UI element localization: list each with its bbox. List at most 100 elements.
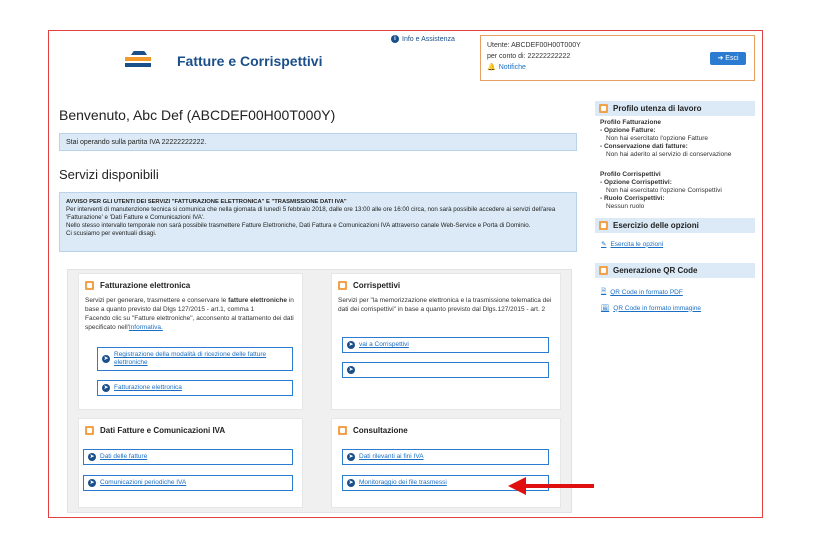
card-header: Dati Fatture e Comunicazioni IVA	[85, 426, 225, 435]
card-title: Corrispettivi	[353, 281, 401, 290]
user-box: Utente: ABCDEF00H00T000Y per conto di: 2…	[480, 35, 755, 81]
opzione-fatture-label: - Opzione Fatture:	[600, 127, 656, 134]
maintenance-notice: AVVISO PER GLI UTENTI DEI SERVIZI "FATTU…	[59, 192, 577, 252]
section-icon	[338, 281, 347, 290]
user-icon	[599, 104, 608, 113]
button-label: Dati delle fatture	[100, 453, 148, 460]
notice-line-2: Nello stesso intervallo temporale non sa…	[66, 222, 531, 229]
partita-iva-notice: Stai operando sulla partita IVA 22222222…	[59, 133, 577, 151]
informativa-link[interactable]: Informativa.	[129, 324, 163, 331]
card-title: Fatturazione elettronica	[100, 281, 191, 290]
button-label: Fatturazione elettronica	[114, 384, 182, 391]
notifications-label: Notifiche	[498, 64, 526, 71]
arrow-right-icon: ➤	[102, 384, 110, 392]
agenzia-entrate-logo	[125, 48, 151, 67]
document-icon: 🗎	[601, 288, 607, 295]
info-icon: i	[391, 35, 399, 43]
app-title: Fatture e Corrispettivi	[177, 53, 323, 69]
arrow-right-icon: ➤	[88, 479, 96, 487]
button-label: Monitoraggio dei file trasmessi	[359, 479, 447, 486]
ruolo-label: - Ruolo Corrispettivi:	[600, 195, 665, 202]
section-icon	[338, 426, 347, 435]
profilo-corrispettivi: Profilo Corrispettivi - Opzione Corrispe…	[595, 168, 755, 214]
corrispettivi-second-button[interactable]: ➤	[342, 362, 549, 378]
ruolo-value: Nessun ruolo	[606, 203, 645, 210]
card-fatturazione: Fatturazione elettronica Servizi per gen…	[78, 273, 303, 410]
button-label: Registrazione della modalità di ricezion…	[114, 351, 267, 366]
card-description: Servizi per generare, trasmettere e cons…	[85, 296, 297, 332]
notifications-link[interactable]: 🔔 Notifiche	[487, 62, 748, 73]
arrow-right-icon: ➤	[347, 453, 355, 461]
opzione-corr-label: - Opzione Corrispettivi:	[600, 179, 672, 186]
vai-corrispettivi-button[interactable]: ➤ vai a Corrispettivi	[342, 337, 549, 353]
info-link-label: Info e Assistenza	[402, 35, 455, 43]
esercita-link-label: Esercita le opzioni	[610, 240, 664, 248]
user-line: Utente: ABCDEF00H00T000Y	[487, 42, 581, 49]
profilo-fatturazione: Profilo Fatturazione - Opzione Fatture: …	[595, 116, 755, 162]
logout-button[interactable]: ➜ Esci	[710, 52, 746, 65]
registrazione-button[interactable]: ➤ Registrazione della modalità di ricezi…	[97, 347, 293, 371]
conservazione-label: - Conservazione dati fatture:	[600, 143, 688, 150]
highlight-arrow-icon	[508, 477, 594, 495]
page-frame: Fatture e Corrispettivi i Info e Assiste…	[48, 30, 763, 518]
fatturazione-elettronica-button[interactable]: ➤ Fatturazione elettronica	[97, 380, 293, 396]
arrow-right-icon: ➤	[347, 479, 355, 487]
card-dati-fatture: Dati Fatture e Comunicazioni IVA ➤ Dati …	[78, 418, 303, 508]
qr-img-label: QR Code in formato immagine	[613, 304, 702, 312]
profilo-corr-title: Profilo Corrispettivi	[600, 171, 661, 178]
dati-fatture-button[interactable]: ➤ Dati delle fatture	[83, 449, 293, 465]
sidebar: Profilo utenza di lavoro Profilo Fattura…	[595, 101, 755, 315]
opzione-corr-value: Non hai esercitato l'opzione Corrispetti…	[606, 187, 722, 194]
card-header: Consultazione	[338, 426, 408, 435]
qr-title: Generazione QR Code	[613, 266, 698, 275]
section-title: Servizi disponibili	[59, 167, 159, 182]
button-label: Dati rilevanti ai fini IVA	[359, 453, 424, 460]
account-line: per conto di: 22222222222	[487, 53, 571, 60]
profilo-header: Profilo utenza di lavoro	[595, 101, 755, 116]
qr-image-link[interactable]: 🖼 QR Code in formato immagine	[595, 301, 755, 315]
desc-text-1: Servizi per generare, trasmettere e cons…	[85, 297, 229, 304]
desc-bold: fatture elettroniche	[228, 297, 287, 304]
card-description: Servizi per "la memorizzazione elettroni…	[338, 297, 552, 313]
button-label: Comunicazioni periodiche IVA	[100, 479, 187, 486]
button-label: vai a Corrispettivi	[359, 341, 409, 348]
section-icon	[85, 281, 94, 290]
esercizio-title: Esercizio delle opzioni	[613, 221, 699, 230]
comunicazioni-iva-button[interactable]: ➤ Comunicazioni periodiche IVA	[83, 475, 293, 491]
arrow-right-icon: ➤	[102, 355, 110, 363]
qr-pdf-link[interactable]: 🗎 QR Code in formato PDF	[595, 284, 755, 301]
qr-pdf-label: QR Code in formato PDF	[610, 289, 683, 296]
card-title: Consultazione	[353, 426, 408, 435]
card-header: Fatturazione elettronica	[85, 281, 190, 290]
qr-icon	[599, 266, 608, 275]
options-icon	[599, 221, 608, 230]
bell-icon: 🔔	[487, 64, 496, 71]
arrow-right-icon: ➤	[347, 341, 355, 349]
info-assistenza-link[interactable]: i Info e Assistenza	[391, 35, 455, 43]
notice-line-3: Ci scusiamo per eventuali disagi.	[66, 230, 157, 237]
logout-icon: ➜	[717, 55, 724, 62]
welcome-heading: Benvenuto, Abc Def (ABCDEF00H00T000Y)	[59, 107, 336, 123]
esercita-opzioni-link[interactable]: ✎ Esercita le opzioni	[595, 237, 755, 251]
notice-line-1: Per interventi di manutenzione tecnica s…	[66, 206, 556, 221]
esercizio-header: Esercizio delle opzioni	[595, 218, 755, 233]
arrow-right-icon: ➤	[347, 366, 355, 374]
desc-text-3: Facendo clic su "Fatture elettroniche", …	[85, 315, 294, 331]
edit-icon: ✎	[601, 241, 607, 248]
profilo-title: Profilo utenza di lavoro	[613, 104, 702, 113]
logout-label: Esci	[725, 55, 739, 62]
notice-title: AVVISO PER GLI UTENTI DEI SERVIZI "FATTU…	[66, 199, 347, 205]
profilo-fatt-title: Profilo Fatturazione	[600, 119, 662, 126]
opzione-fatture-value: Non hai esercitato l'opzione Fatture	[606, 135, 709, 142]
conservazione-value: Non hai aderito al servizio di conservaz…	[606, 151, 732, 158]
card-header: Corrispettivi	[338, 281, 400, 290]
header: Fatture e Corrispettivi i Info e Assiste…	[49, 31, 762, 93]
card-corrispettivi: Corrispettivi Servizi per "la memorizzaz…	[331, 273, 561, 410]
dati-rilevanti-iva-button[interactable]: ➤ Dati rilevanti ai fini IVA	[342, 449, 549, 465]
arrow-right-icon: ➤	[88, 453, 96, 461]
services-panel: Fatturazione elettronica Servizi per gen…	[67, 269, 572, 513]
image-icon: 🖼	[601, 305, 610, 312]
section-icon	[85, 426, 94, 435]
qr-header: Generazione QR Code	[595, 263, 755, 278]
card-title: Dati Fatture e Comunicazioni IVA	[100, 426, 226, 435]
